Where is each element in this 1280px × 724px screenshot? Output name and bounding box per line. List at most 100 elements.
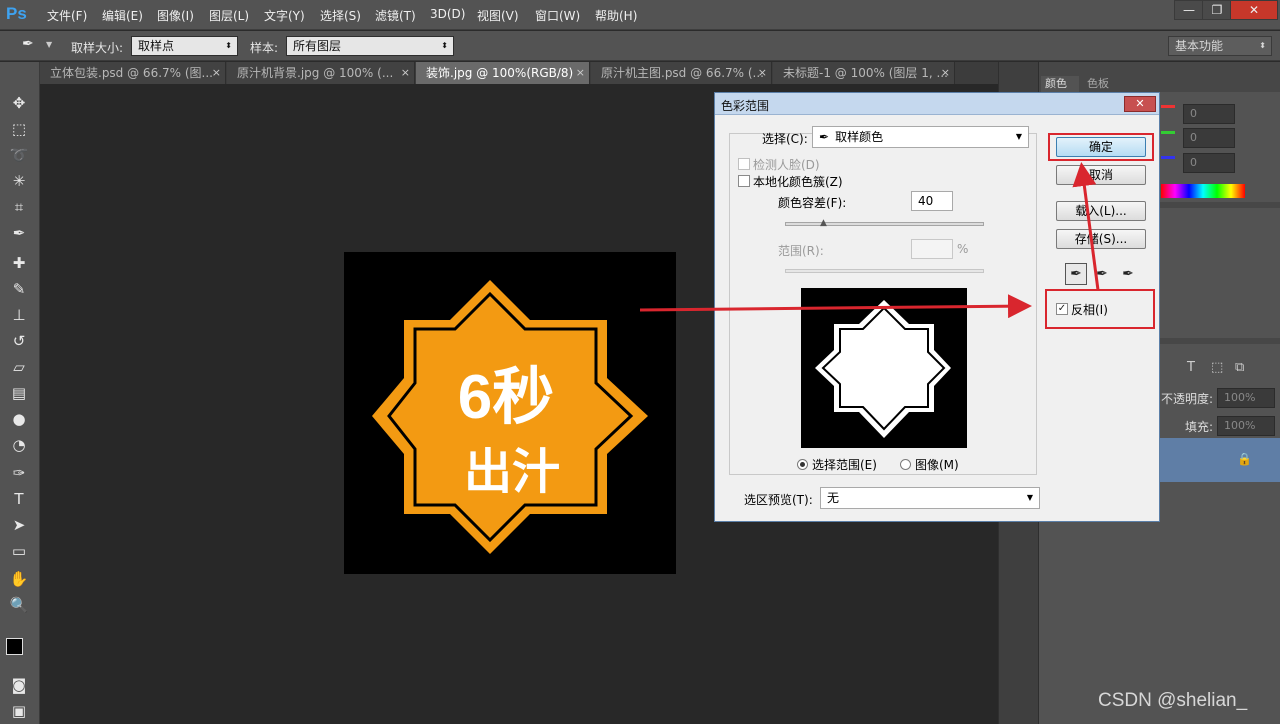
cancel-button[interactable]: 取消 bbox=[1056, 165, 1146, 185]
opacity-field[interactable]: 100% bbox=[1217, 388, 1275, 408]
sample-label: 样本: bbox=[250, 41, 279, 55]
tab-label: 未标题-1 @ 100% (图层 1, ... bbox=[783, 66, 948, 80]
eraser-tool-icon[interactable]: ▱ bbox=[8, 356, 30, 378]
menu-3d[interactable]: 3D(D) bbox=[430, 7, 465, 21]
detect-faces-checkbox[interactable] bbox=[738, 158, 750, 170]
shape-tool-icon[interactable]: ▭ bbox=[8, 540, 30, 562]
eyedropper-tool-icon[interactable]: ✒ bbox=[8, 222, 30, 244]
tool-preset-chevron-icon[interactable]: ▼ bbox=[46, 40, 52, 49]
menu-select[interactable]: 选择(S) bbox=[320, 7, 361, 24]
tab-document[interactable]: 未标题-1 @ 100% (图层 1, ... × bbox=[773, 62, 955, 84]
layer-row-selected[interactable] bbox=[1159, 438, 1280, 482]
quick-mask-icon[interactable]: ◙ bbox=[8, 674, 30, 696]
dodge-tool-icon[interactable]: ◔ bbox=[8, 434, 30, 456]
eyedropper-add-icon[interactable]: ✒ bbox=[1091, 263, 1113, 285]
stamp-tool-icon[interactable]: ⊥ bbox=[8, 304, 30, 326]
smart-filter-icon[interactable]: ⧉ bbox=[1235, 360, 1244, 375]
preview-mode-dropdown[interactable]: 无 ▼ bbox=[820, 487, 1040, 509]
localized-clusters-checkbox[interactable] bbox=[738, 175, 750, 187]
green-slider-icon bbox=[1161, 131, 1175, 134]
history-brush-tool-icon[interactable]: ↺ bbox=[8, 330, 30, 352]
marquee-tool-icon[interactable]: ⬚ bbox=[8, 118, 30, 140]
preview-star-outer bbox=[815, 300, 951, 438]
fuzziness-input[interactable]: 40 bbox=[911, 191, 953, 211]
tab-close-icon[interactable]: × bbox=[576, 62, 585, 84]
foreground-color-swatch[interactable] bbox=[6, 638, 23, 655]
tab-close-icon[interactable]: × bbox=[941, 62, 950, 84]
healing-brush-tool-icon[interactable]: ✚ bbox=[8, 252, 30, 274]
selection-preview[interactable] bbox=[801, 288, 967, 448]
screen-mode-icon[interactable]: ▣ bbox=[8, 700, 30, 722]
crop-tool-icon[interactable]: ⌗ bbox=[8, 196, 30, 218]
invert-checkbox[interactable]: ✓ bbox=[1056, 303, 1068, 315]
fuzziness-slider-handle[interactable]: ▲ bbox=[820, 218, 827, 228]
type-tool-icon[interactable]: T bbox=[8, 488, 30, 510]
opacity-label: 不透明度: bbox=[1161, 392, 1214, 406]
lasso-tool-icon[interactable]: ➰ bbox=[8, 144, 30, 166]
dialog-titlebar[interactable]: 色彩范围 ✕ bbox=[715, 93, 1159, 115]
menu-help[interactable]: 帮助(H) bbox=[595, 7, 637, 24]
tab-label: 原汁机主图.psd @ 66.7% (... bbox=[601, 66, 764, 80]
menu-type[interactable]: 文字(Y) bbox=[264, 7, 305, 24]
radio-selection[interactable] bbox=[797, 459, 808, 470]
workspace-select[interactable]: 基本功能 ⬍ bbox=[1168, 36, 1272, 56]
menu-image[interactable]: 图像(I) bbox=[157, 7, 194, 24]
close-window-button[interactable]: ✕ bbox=[1230, 0, 1278, 20]
watermark: CSDN @shelian_ bbox=[1098, 690, 1248, 711]
menu-window[interactable]: 窗口(W) bbox=[535, 7, 580, 24]
minimize-button[interactable]: — bbox=[1174, 0, 1204, 20]
move-tool-icon[interactable]: ✥ bbox=[8, 92, 30, 114]
ok-button[interactable]: 确定 bbox=[1056, 137, 1146, 157]
shape-filter-icon[interactable]: ⬚ bbox=[1211, 360, 1223, 375]
tab-swatches[interactable]: 色板 bbox=[1083, 76, 1121, 92]
color-spectrum[interactable] bbox=[1161, 184, 1245, 198]
load-button[interactable]: 载入(L)... bbox=[1056, 201, 1146, 221]
magic-wand-tool-icon[interactable]: ✳ bbox=[8, 170, 30, 192]
eyedropper-sample-icon[interactable]: ✒ bbox=[1065, 263, 1087, 285]
range-unit: % bbox=[957, 242, 969, 256]
eyedropper-tool-icon[interactable]: ✒ bbox=[22, 36, 34, 52]
menu-file[interactable]: 文件(F) bbox=[47, 7, 87, 24]
menu-edit[interactable]: 编辑(E) bbox=[102, 7, 143, 24]
fuzziness-slider[interactable] bbox=[785, 222, 984, 226]
path-selection-tool-icon[interactable]: ➤ bbox=[8, 514, 30, 536]
green-value-field[interactable]: 0 bbox=[1183, 128, 1235, 148]
range-slider[interactable] bbox=[785, 269, 984, 273]
tab-color[interactable]: 颜色 bbox=[1041, 76, 1079, 92]
sample-layers-select[interactable]: 所有图层 ⬍ bbox=[286, 36, 454, 56]
blue-slider-icon bbox=[1161, 156, 1175, 159]
hand-tool-icon[interactable]: ✋ bbox=[8, 568, 30, 590]
gradient-tool-icon[interactable]: ▤ bbox=[8, 382, 30, 404]
blur-tool-icon[interactable]: ● bbox=[8, 408, 30, 430]
restore-button[interactable]: ❐ bbox=[1202, 0, 1232, 20]
eyedropper-subtract-icon[interactable]: ✒ bbox=[1117, 263, 1139, 285]
red-value-field[interactable]: 0 bbox=[1183, 104, 1235, 124]
brush-tool-icon[interactable]: ✎ bbox=[8, 278, 30, 300]
document-canvas[interactable]: 6秒 出汁 bbox=[344, 252, 676, 574]
menu-filter[interactable]: 滤镜(T) bbox=[375, 7, 416, 24]
select-dropdown[interactable]: ✒ 取样颜色 ▼ bbox=[812, 126, 1029, 148]
tab-document[interactable]: 原汁机背景.jpg @ 100% (... × bbox=[227, 62, 415, 84]
red-slider-icon bbox=[1161, 105, 1175, 108]
document-tabs: 立体包装.psd @ 66.7% (图... × 原汁机背景.jpg @ 100%… bbox=[40, 62, 998, 84]
type-filter-icon[interactable]: T bbox=[1187, 360, 1195, 375]
tab-close-icon[interactable]: × bbox=[212, 62, 221, 84]
updown-icon: ⬍ bbox=[441, 41, 448, 50]
tab-document[interactable]: 原汁机主图.psd @ 66.7% (... × bbox=[591, 62, 772, 84]
radio-image[interactable] bbox=[900, 459, 911, 470]
save-button[interactable]: 存储(S)... bbox=[1056, 229, 1146, 249]
tab-close-icon[interactable]: × bbox=[401, 62, 410, 84]
menu-view[interactable]: 视图(V) bbox=[477, 7, 519, 24]
blue-value-field[interactable]: 0 bbox=[1183, 153, 1235, 173]
range-input[interactable] bbox=[911, 239, 953, 259]
dialog-close-button[interactable]: ✕ bbox=[1124, 96, 1156, 112]
tab-close-icon[interactable]: × bbox=[758, 62, 767, 84]
tab-label: 装饰.jpg @ 100%(RGB/8) bbox=[426, 66, 574, 80]
tab-document-active[interactable]: 装饰.jpg @ 100%(RGB/8) × bbox=[416, 62, 590, 84]
tab-document[interactable]: 立体包装.psd @ 66.7% (图... × bbox=[40, 62, 226, 84]
zoom-tool-icon[interactable]: 🔍 bbox=[8, 594, 30, 616]
fill-field[interactable]: 100% bbox=[1217, 416, 1275, 436]
pen-tool-icon[interactable]: ✑ bbox=[8, 462, 30, 484]
sample-size-select[interactable]: 取样点 ⬍ bbox=[131, 36, 238, 56]
menu-layer[interactable]: 图层(L) bbox=[209, 7, 249, 24]
